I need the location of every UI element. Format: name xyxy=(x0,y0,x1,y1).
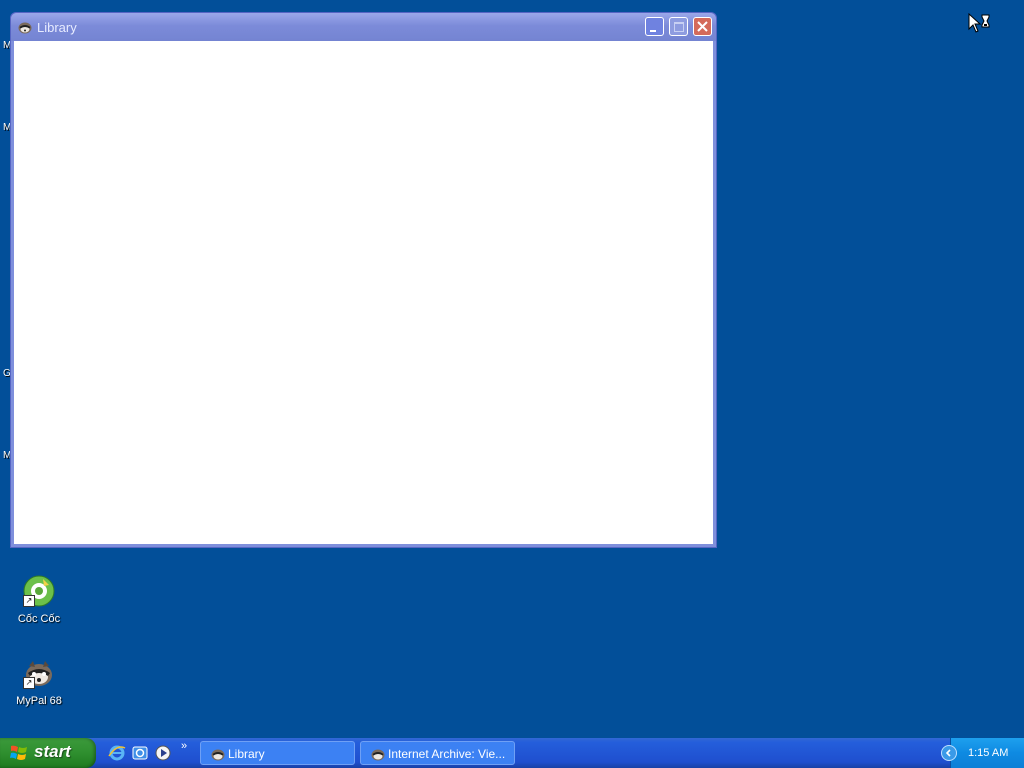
desktop-icon-mypal[interactable]: ↗ MyPal 68 xyxy=(1,657,77,707)
clock[interactable]: 1:15 AM xyxy=(968,747,1008,759)
mypal-icon xyxy=(371,749,385,761)
taskbar-button-label: Library xyxy=(228,747,265,761)
taskbar-button-internet-archive[interactable]: Internet Archive: Vie... xyxy=(360,741,515,765)
quick-launch-more-icon[interactable]: » xyxy=(181,740,187,752)
media-player-icon[interactable] xyxy=(154,744,172,762)
start-button[interactable]: start xyxy=(0,738,96,768)
library-window: Library xyxy=(10,12,717,548)
mypal-icon xyxy=(211,749,225,761)
outlook-icon[interactable] xyxy=(131,744,149,762)
window-content xyxy=(14,41,713,544)
close-icon xyxy=(697,21,708,32)
minimize-button[interactable] xyxy=(645,17,664,36)
mypal-icon xyxy=(18,22,32,34)
coccoc-icon: ↗ xyxy=(23,575,55,607)
desktop-icon-coccoc[interactable]: ↗ Cốc Cốc xyxy=(1,575,77,625)
shortcut-arrow-icon: ↗ xyxy=(23,595,35,607)
close-button[interactable] xyxy=(693,17,712,36)
window-title: Library xyxy=(37,20,77,35)
chevron-left-icon xyxy=(945,749,951,757)
desktop-icon-label: Cốc Cốc xyxy=(17,613,61,625)
window-titlebar[interactable]: Library xyxy=(11,13,716,41)
mypal-icon: ↗ xyxy=(23,657,55,689)
shortcut-arrow-icon: ↗ xyxy=(23,677,35,689)
taskbar: start » Library Internet Archive: Vie... xyxy=(0,738,1024,768)
maximize-button[interactable] xyxy=(669,17,688,36)
start-label: start xyxy=(34,742,71,761)
taskbar-button-library[interactable]: Library xyxy=(200,741,355,765)
busy-cursor-icon xyxy=(968,13,990,33)
show-hidden-icons-button[interactable] xyxy=(941,745,957,761)
taskbar-button-label: Internet Archive: Vie... xyxy=(388,747,506,761)
windows-logo-icon xyxy=(10,745,27,760)
ie-icon[interactable] xyxy=(108,744,126,762)
desktop-icon-label: MyPal 68 xyxy=(16,695,62,707)
